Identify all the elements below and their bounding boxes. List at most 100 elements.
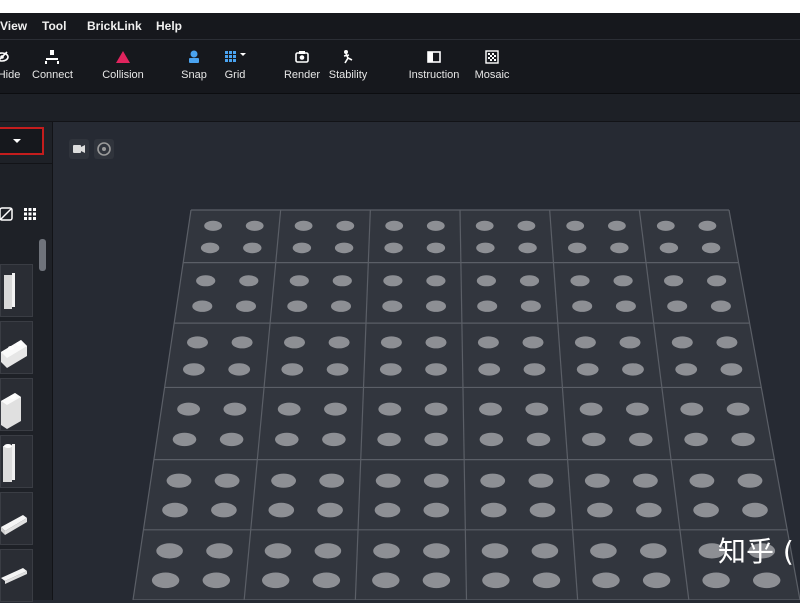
menu-bricklink[interactable]: BrickLink xyxy=(87,19,142,33)
stud xyxy=(204,220,223,231)
baseplate[interactable] xyxy=(53,122,800,600)
stud xyxy=(619,336,641,349)
stud xyxy=(268,502,295,518)
watermark: 知乎 ( xyxy=(718,535,794,568)
stud xyxy=(275,432,299,447)
part-tile[interactable] xyxy=(0,492,33,545)
hide-label: Hide xyxy=(0,69,21,81)
plate-long-icon xyxy=(1,515,27,535)
stud xyxy=(528,473,554,488)
instruction-button[interactable]: Instruction xyxy=(406,49,462,81)
stud xyxy=(262,572,290,589)
grid-button[interactable]: Grid xyxy=(220,49,250,81)
stud xyxy=(479,402,502,416)
stud xyxy=(520,300,541,312)
stud xyxy=(582,432,606,447)
collision-button[interactable]: Collision xyxy=(100,49,146,81)
stud xyxy=(151,572,180,589)
stud xyxy=(477,300,498,312)
stud xyxy=(156,543,183,559)
stud xyxy=(425,336,447,349)
stud xyxy=(332,275,352,287)
parts-scrollbar[interactable] xyxy=(39,239,46,271)
eye-slash-icon xyxy=(0,49,24,65)
menu-view[interactable]: View xyxy=(0,19,27,33)
part-category-dropdown[interactable] xyxy=(0,127,44,155)
menu-help[interactable]: Help xyxy=(156,19,182,33)
part-tile[interactable] xyxy=(0,435,33,488)
stud xyxy=(642,572,671,589)
stud xyxy=(292,242,312,254)
color-filter-icon[interactable] xyxy=(0,207,13,226)
stud xyxy=(615,300,636,312)
stud xyxy=(716,336,738,349)
stud xyxy=(372,572,400,589)
menu-tool[interactable]: Tool xyxy=(42,19,66,33)
stability-button[interactable]: Stability xyxy=(326,49,370,81)
stud xyxy=(633,473,658,488)
render-button[interactable]: Render xyxy=(282,49,322,81)
stud xyxy=(479,432,504,447)
stud xyxy=(531,543,559,559)
stud xyxy=(698,220,717,231)
toolbar: Hide Connect Collision Snap Grid Render … xyxy=(0,40,800,94)
stud xyxy=(382,300,403,312)
stud xyxy=(378,402,402,416)
stud xyxy=(731,432,755,447)
stud xyxy=(517,220,536,231)
stud xyxy=(572,300,593,312)
hide-button[interactable]: Hide xyxy=(0,49,24,81)
stud xyxy=(172,432,197,447)
part-tile[interactable] xyxy=(0,549,33,602)
stud xyxy=(693,502,719,518)
stud xyxy=(377,432,401,447)
part-tile[interactable] xyxy=(0,378,33,431)
stud xyxy=(584,473,610,488)
stud xyxy=(742,502,768,518)
camera-view-button[interactable] xyxy=(69,139,89,159)
brick-1x2-tall-icon xyxy=(1,393,21,429)
3d-viewport[interactable] xyxy=(53,122,800,600)
stud xyxy=(664,275,684,287)
snap-button[interactable]: Snap xyxy=(178,49,210,81)
mosaic-button[interactable]: Mosaic xyxy=(472,49,512,81)
mosaic-label: Mosaic xyxy=(474,69,510,81)
stud xyxy=(737,473,763,488)
stud xyxy=(319,473,345,488)
stud xyxy=(590,543,617,559)
stud xyxy=(324,402,347,416)
stud xyxy=(326,363,349,376)
stud xyxy=(710,300,731,312)
instruction-label: Instruction xyxy=(408,69,460,81)
grid-label: Grid xyxy=(224,69,246,81)
connect-button[interactable]: Connect xyxy=(30,49,75,81)
collision-triangle-icon xyxy=(100,49,146,65)
stud xyxy=(243,242,262,254)
stud xyxy=(211,502,237,518)
reset-view-button[interactable] xyxy=(94,139,114,159)
stud xyxy=(187,336,208,349)
reset-view-icon xyxy=(97,142,111,156)
stud xyxy=(312,572,341,589)
brick-1x1-tall-icon xyxy=(4,273,15,309)
stud xyxy=(702,572,730,589)
stud xyxy=(532,572,561,589)
stud xyxy=(426,275,446,287)
stability-label: Stability xyxy=(328,69,368,81)
stud xyxy=(667,300,688,312)
stud xyxy=(675,363,698,376)
stud xyxy=(629,432,653,447)
stud xyxy=(476,242,495,254)
stud xyxy=(423,502,450,518)
brick-1x2-icon xyxy=(1,340,27,368)
chevron-down-icon xyxy=(13,139,21,143)
stud xyxy=(579,402,603,416)
stud xyxy=(636,502,662,518)
stud xyxy=(753,572,781,589)
part-tile[interactable] xyxy=(0,264,33,317)
grid-view-icon[interactable] xyxy=(23,207,37,226)
stud xyxy=(214,473,240,488)
stud xyxy=(482,572,510,589)
stud xyxy=(477,336,499,349)
part-tile[interactable] xyxy=(0,321,33,374)
